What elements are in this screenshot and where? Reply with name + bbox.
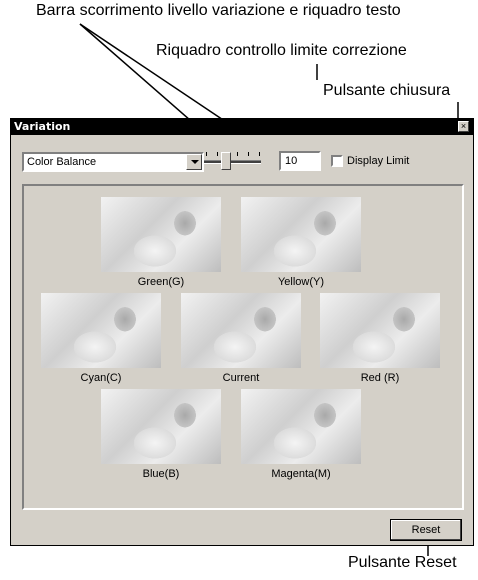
baby-photo [41, 293, 161, 368]
baby-photo [101, 197, 221, 272]
thumbnail-label: Green(G) [137, 276, 185, 288]
slider-tick [206, 152, 207, 156]
thumbnail-blue[interactable] [101, 389, 221, 464]
baby-photo [101, 389, 221, 464]
mode-dropdown[interactable]: Color Balance [22, 152, 204, 172]
slider-tick [248, 152, 249, 156]
thumbnail-green[interactable] [101, 197, 221, 272]
variation-level-input[interactable]: 10 [279, 151, 321, 171]
display-limit-checkbox[interactable] [331, 155, 343, 167]
reset-button[interactable]: Reset [390, 519, 462, 541]
thumbnail-label: Red (R) [360, 372, 400, 384]
variation-dialog: Variation × Color Balance 10 Display Lim… [10, 118, 474, 546]
variation-level-slider-track[interactable] [204, 160, 261, 164]
slider-tick [217, 152, 218, 156]
baby-photo [241, 389, 361, 464]
variation-thumbnails-panel: Green(G) Yellow(Y) Cyan(C) Current Red (… [22, 184, 464, 510]
baby-photo [320, 293, 440, 368]
thumbnail-magenta[interactable] [241, 389, 361, 464]
thumbnail-label: Current [222, 372, 260, 384]
thumbnail-red[interactable] [320, 293, 440, 368]
thumbnail-label: Cyan(C) [80, 372, 122, 384]
thumbnail-label: Magenta(M) [271, 468, 331, 480]
close-icon: × [460, 121, 467, 131]
thumbnail-label: Yellow(Y) [277, 276, 325, 288]
slider-tick [237, 152, 238, 156]
thumbnail-yellow[interactable] [241, 197, 361, 272]
title-bar: Variation × [11, 119, 473, 135]
thumbnail-cyan[interactable] [41, 293, 161, 368]
variation-level-slider-thumb[interactable] [221, 152, 231, 170]
close-button[interactable]: × [458, 121, 469, 132]
baby-photo [181, 293, 301, 368]
chevron-down-icon[interactable] [186, 154, 202, 170]
thumbnail-current[interactable] [181, 293, 301, 368]
baby-photo [241, 197, 361, 272]
slider-tick [259, 152, 260, 156]
window-title: Variation [14, 120, 71, 133]
mode-dropdown-value: Color Balance [27, 156, 97, 168]
display-limit-label: Display Limit [347, 155, 410, 167]
thumbnail-label: Blue(B) [142, 468, 180, 480]
